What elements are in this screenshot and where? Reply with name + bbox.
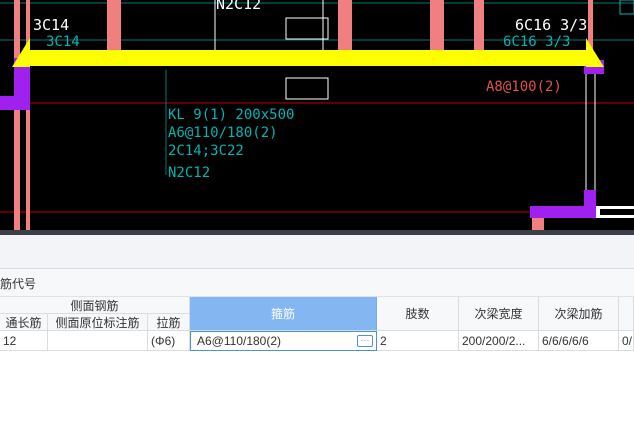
beam-annotation-line: KL 9(1) 200x500 bbox=[168, 107, 294, 123]
cell-legs[interactable]: 2 bbox=[377, 331, 459, 351]
cad-drawing: 3C14 3C14 N2C12 6C16 3/3 6C16 3/3 A8@100… bbox=[0, 0, 634, 230]
toolbar-strip bbox=[0, 235, 634, 269]
column bbox=[107, 0, 121, 50]
cell-tie[interactable]: (Φ6) bbox=[148, 331, 190, 351]
column-header-secondary-rebar[interactable]: 次梁加筋 bbox=[539, 297, 619, 331]
column bbox=[14, 0, 20, 230]
label-top-center: N2C12 bbox=[216, 0, 261, 13]
cell-secondary-rebar[interactable]: 6/6/6/6/6 bbox=[539, 331, 619, 351]
label-top-left: 3C14 bbox=[33, 16, 69, 34]
beam-annotation-line: 2C14;3C22 bbox=[168, 143, 244, 159]
label-top-right: 6C16 3/3 bbox=[515, 16, 587, 34]
white-beam-gap bbox=[600, 209, 634, 215]
text-frame bbox=[285, 17, 329, 40]
column-header-stirrup[interactable]: 箍筋 bbox=[190, 297, 377, 331]
column bbox=[26, 0, 30, 230]
purple-beam bbox=[530, 206, 590, 218]
cell-more[interactable]: 0/ bbox=[619, 331, 634, 351]
cell-through-rebar[interactable]: 12 bbox=[0, 331, 48, 351]
section-header bbox=[0, 269, 634, 297]
column bbox=[430, 0, 444, 50]
selected-beam[interactable] bbox=[30, 50, 586, 66]
stirrup-value[interactable]: A6@110/180(2) bbox=[197, 334, 281, 348]
text-frame bbox=[285, 77, 329, 100]
cad-drawing-canvas[interactable]: 3C14 3C14 N2C12 6C16 3/3 6C16 3/3 A8@100… bbox=[0, 0, 634, 230]
column-header-tie[interactable]: 拉筋 bbox=[148, 314, 190, 331]
more-options-button[interactable]: ··· bbox=[357, 335, 373, 347]
group-header-side-rebar: 侧面钢筋 bbox=[0, 297, 190, 314]
column-header-secondary-width[interactable]: 次梁宽度 bbox=[459, 297, 539, 331]
cell-secondary-width[interactable]: 200/200/2... bbox=[459, 331, 539, 351]
column-header-more bbox=[619, 297, 634, 331]
purple-beam bbox=[584, 190, 596, 218]
column bbox=[474, 0, 484, 50]
cell-stirrup-editor[interactable]: A6@110/180(2) ··· bbox=[190, 331, 377, 351]
column-header-side-original[interactable]: 侧面原位标注筋 bbox=[48, 314, 148, 331]
column bbox=[338, 0, 352, 50]
beam-annotation-line: A6@110/180(2) bbox=[168, 125, 278, 141]
properties-table: 侧面钢筋 箍筋 肢数 次梁宽度 次梁加筋 通长筋 侧面原位标注筋 拉筋 12 (… bbox=[0, 297, 634, 353]
column-header-through-rebar[interactable]: 通长筋 bbox=[0, 314, 48, 331]
label-top-left-cyan: 3C14 bbox=[46, 34, 80, 50]
column-header-legs[interactable]: 肢数 bbox=[377, 297, 459, 331]
label-stirrup-right: A8@100(2) bbox=[486, 79, 562, 95]
cell-side-original[interactable] bbox=[48, 331, 148, 351]
label-top-right-cyan: 6C16 3/3 bbox=[503, 34, 570, 50]
beam-annotation-line: N2C12 bbox=[168, 165, 210, 181]
section-label: 筋代号 bbox=[0, 277, 37, 291]
column bbox=[532, 217, 544, 230]
title-box bbox=[619, 0, 634, 15]
